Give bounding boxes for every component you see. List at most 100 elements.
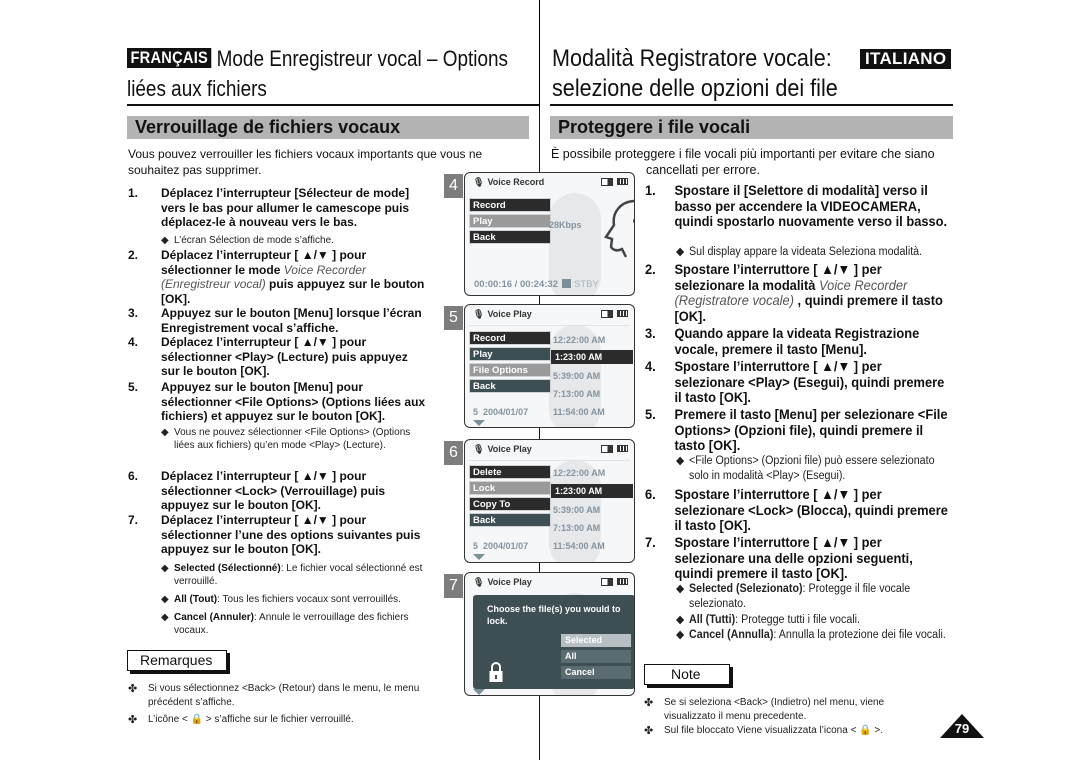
- file-time[interactable]: 5:39:00 AM: [553, 503, 600, 517]
- french-note-1: ✤ Si vous sélectionnez <Back> (Retour) d…: [128, 683, 420, 708]
- file-time[interactable]: 11:54:00 AM: [553, 539, 605, 553]
- diamond-bullet-icon: ◆: [676, 614, 685, 626]
- memory-card-icon: [601, 309, 613, 318]
- italian-option-selected: ◆ Selected (Selezionato): Protegge il fi…: [676, 583, 911, 610]
- menu-item-record[interactable]: Record: [469, 198, 551, 212]
- scroll-down-icon[interactable]: [473, 689, 485, 695]
- diamond-bullet-icon: ◆: [161, 427, 169, 438]
- italian-option-all: ◆ All (Tutti): Protegge tutti i file voc…: [676, 614, 860, 626]
- italian-step-1: 1. Spostare il [Selettore di modalità] v…: [645, 182, 948, 230]
- menu-item-play[interactable]: Play: [469, 347, 551, 361]
- french-step-4: 4. Déplacez l’interrupteur [ ▲/▼ ] pour …: [128, 335, 408, 378]
- french-note-2: ✤ L’icône < 🔒 > s’affiche sur le fichier…: [128, 714, 354, 726]
- menu-item-back[interactable]: Back: [469, 230, 551, 244]
- diamond-bullet-icon: ◆: [676, 455, 685, 467]
- french-bullet-mode-screen: ◆ L’écran Sélection de mode s’affiche.: [161, 235, 334, 246]
- battery-icon: [617, 578, 628, 586]
- french-step-1: 1. Déplacez l’interrupteur [Sélecteur de…: [128, 186, 410, 229]
- file-time[interactable]: 7:13:00 AM: [553, 521, 600, 535]
- menu-item-file-options[interactable]: File Options: [469, 363, 551, 377]
- memory-card-icon: [601, 177, 613, 186]
- language-badge-french: FRANÇAIS: [127, 48, 212, 68]
- italian-bullet-file-options: ◆ <File Options> (Opzioni file) può esse…: [676, 455, 935, 482]
- battery-icon: [617, 178, 628, 186]
- file-row[interactable]: 5 2004/01/07: [473, 407, 528, 417]
- screen-voice-play-menu: 🎙 Voice Play 12:22:00 AM 1:23:00 AM 5:39:…: [464, 304, 635, 428]
- french-step-3: 3. Appuyez sur le bouton [Menu] lorsque …: [128, 306, 422, 335]
- microphone-icon: 🎙: [473, 309, 485, 319]
- screen-lock-dialog: 🎙 Voice Play Choose the file(s) you would…: [464, 572, 635, 696]
- french-option-all: ◆ All (Tout): Tous les fichiers vocaux s…: [161, 594, 401, 605]
- diamond-bullet-icon: ◆: [161, 594, 169, 605]
- diamond-bullet-icon: ◆: [676, 246, 685, 258]
- clover-bullet-icon: ✤: [128, 714, 138, 726]
- diamond-bullet-icon: ◆: [161, 563, 169, 574]
- memory-card-icon: [601, 577, 613, 586]
- title-rule-left: [127, 104, 539, 106]
- menu-item-play[interactable]: Play: [469, 214, 551, 228]
- menu-item-lock[interactable]: Lock: [469, 481, 551, 495]
- language-badge-italian: ITALIANO: [860, 49, 952, 69]
- french-step-7: 7. Déplacez l’interrupteur [ ▲/▼ ] pour …: [128, 513, 421, 556]
- stop-icon: [561, 279, 571, 288]
- voice-face-icon: [604, 199, 634, 258]
- file-time[interactable]: 11:54:00 AM: [553, 405, 605, 419]
- italian-section-title: Proteggere i file vocali: [550, 116, 953, 139]
- clover-bullet-icon: ✤: [644, 697, 654, 709]
- french-page-title: FRANÇAIS Mode Enregistreur vocal – Option…: [127, 46, 508, 101]
- dialog-option-cancel[interactable]: Cancel: [561, 666, 631, 679]
- menu-item-delete[interactable]: Delete: [469, 465, 551, 479]
- italian-notes-label: Note: [644, 664, 730, 685]
- screen-step-number: 6: [444, 441, 463, 465]
- battery-icon: [617, 445, 628, 453]
- screen-step-number: 7: [444, 574, 463, 598]
- french-section-title: Verrouillage de fichiers vocaux: [127, 116, 529, 139]
- italian-step-2: 2. Spostare l’interruttore [ ▲/▼ ] per s…: [645, 261, 943, 324]
- french-step-5: 5. Appuyez sur le bouton [Menu] pour sél…: [128, 380, 426, 423]
- screen-file-options-menu: 🎙 Voice Play 12:22:00 AM 1:23:00 AM 5:39:…: [464, 439, 635, 563]
- lock-dialog: Choose the file(s) you would to lock. Se…: [473, 595, 634, 689]
- italian-bullet-mode-screen: ◆ Sul display appare la videata Selezion…: [676, 246, 923, 258]
- file-time[interactable]: 7:13:00 AM: [553, 387, 600, 401]
- screen-step-number: 4: [444, 174, 463, 198]
- menu-item-back[interactable]: Back: [469, 513, 551, 527]
- microphone-icon: 🎙: [473, 177, 485, 187]
- italian-step-3: 3. Quando appare la videata Registrazion…: [645, 325, 920, 357]
- menu-item-copy-to[interactable]: Copy To: [469, 497, 551, 511]
- file-time[interactable]: 12:22:00 AM: [553, 466, 605, 480]
- clover-bullet-icon: ✤: [128, 683, 138, 695]
- italian-step-6: 6. Spostare l’interruttore [ ▲/▼ ] per s…: [645, 486, 948, 534]
- menu-item-back[interactable]: Back: [469, 379, 551, 393]
- screen-voice-record: 🎙 Voice Record Record Play Back 28Kbps 00…: [464, 172, 635, 296]
- french-notes-label: Remarques: [127, 650, 227, 671]
- diamond-bullet-icon: ◆: [161, 235, 169, 246]
- italian-step-4: 4. Spostare l’interruttore [ ▲/▼ ] per s…: [645, 358, 945, 406]
- title-rule-right: [550, 104, 953, 106]
- file-time[interactable]: 5:39:00 AM: [553, 369, 600, 383]
- menu-item-record[interactable]: Record: [469, 331, 551, 345]
- file-time[interactable]: 12:22:00 AM: [553, 333, 605, 347]
- clover-bullet-icon: ✤: [644, 725, 654, 737]
- italian-step-5: 5. Premere il tasto [Menu] per seleziona…: [645, 406, 948, 454]
- screen-step-number: 5: [444, 306, 463, 330]
- file-row[interactable]: 5 2004/01/07: [473, 541, 528, 551]
- page-number: 79: [940, 714, 984, 738]
- lock-icon: [489, 662, 503, 682]
- dialog-option-all[interactable]: All: [561, 650, 631, 663]
- scroll-down-icon[interactable]: [473, 420, 485, 426]
- diamond-bullet-icon: ◆: [161, 612, 169, 623]
- french-step-6: 6. Déplacez l’interrupteur [ ▲/▼ ] pour …: [128, 469, 386, 512]
- scroll-down-icon[interactable]: [473, 554, 485, 560]
- italian-step-7: 7. Spostare l’interruttore [ ▲/▼ ] per s…: [645, 534, 913, 582]
- diamond-bullet-icon: ◆: [676, 629, 685, 641]
- file-time-selected[interactable]: 1:23:00 AM: [551, 484, 633, 498]
- timecode-readout: 00:00:16 / 00:24:32 STBY: [474, 279, 599, 290]
- microphone-icon: 🎙: [473, 444, 485, 454]
- french-option-selected: ◆ Selected (Sélectionné): Le fichier voc…: [161, 563, 423, 587]
- french-option-cancel: ◆ Cancel (Annuler): Annule le verrouilla…: [161, 612, 409, 636]
- dialog-option-selected[interactable]: Selected: [561, 634, 631, 647]
- french-bullet-file-options: ◆ Vous ne pouvez sélectionner <File Opti…: [161, 427, 411, 451]
- file-time-selected[interactable]: 1:23:00 AM: [551, 350, 633, 364]
- italian-note-2: ✤ Sul file bloccato Viene visualizzata l…: [644, 725, 884, 737]
- diamond-bullet-icon: ◆: [676, 583, 685, 595]
